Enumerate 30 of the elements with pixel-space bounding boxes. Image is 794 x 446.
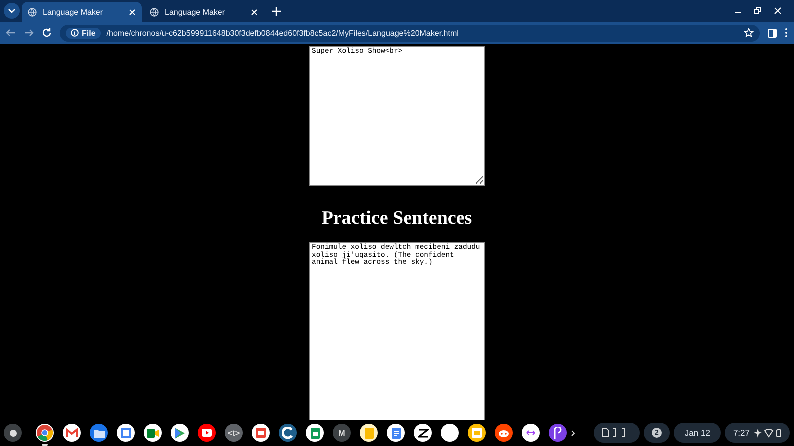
clock-text: 7:27: [733, 428, 750, 438]
close-icon[interactable]: [129, 8, 136, 16]
section-heading: Practice Sentences: [322, 208, 472, 230]
address-bar[interactable]: File /home/chronos/u-c62b599911648b30f3defb0844ed60f3fb8c5ac2/MyFiles/Language%20Maker.html: [60, 24, 760, 42]
close-icon[interactable]: [251, 8, 258, 16]
star-icon[interactable]: [744, 28, 754, 38]
new-tab-button[interactable]: [272, 6, 281, 16]
browser-tab[interactable]: Language Maker: [144, 2, 264, 22]
chevron-down-icon: [8, 7, 16, 15]
date-button[interactable]: Jan 12: [674, 423, 722, 443]
url-text: /home/chronos/u-c62b599911648b30f3defb0844ed60f3fb8c5ac2/MyFiles/Language%20Maker.html: [106, 28, 460, 38]
site-info-chip[interactable]: File: [66, 28, 101, 38]
browser-tab[interactable]: Language Maker: [22, 2, 142, 22]
holding-space-button[interactable]: [594, 423, 640, 443]
app-icon[interactable]: [36, 424, 54, 446]
status-tray[interactable]: 7:27: [725, 423, 790, 443]
back-icon[interactable]: [6, 28, 16, 38]
status-icons: [754, 428, 782, 438]
globe-icon: [28, 8, 37, 16]
restore-icon[interactable]: [754, 7, 762, 15]
forward-icon[interactable]: [24, 28, 34, 38]
reload-icon[interactable]: [42, 28, 52, 38]
globe-icon: [150, 8, 159, 16]
chevron-icon[interactable]: [571, 430, 576, 436]
menu-icon[interactable]: [785, 28, 788, 38]
side-panel-icon[interactable]: [768, 28, 777, 38]
info-icon: [71, 29, 79, 37]
launcher-button[interactable]: [4, 424, 22, 442]
tab-search-button[interactable]: [4, 3, 20, 19]
close-icon[interactable]: [774, 7, 782, 15]
